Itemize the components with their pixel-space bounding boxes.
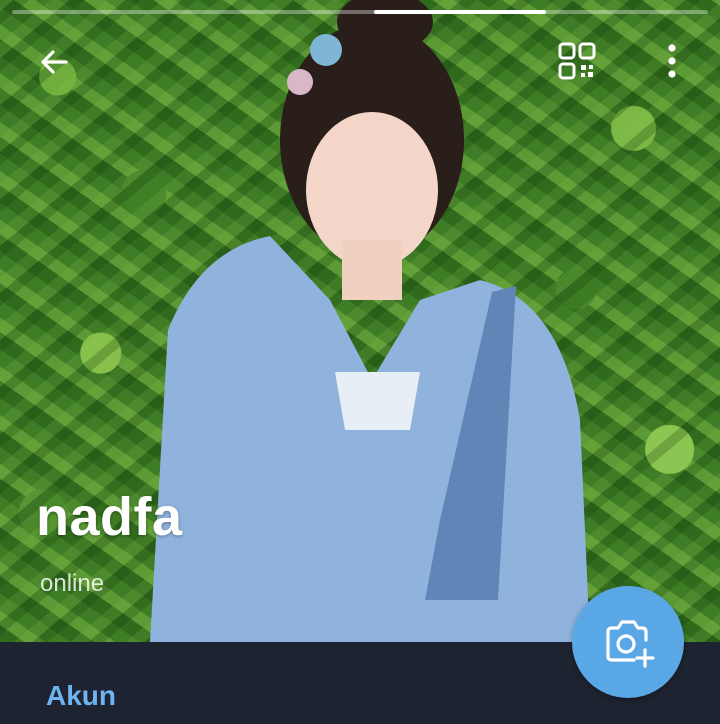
more-options-button[interactable] [652,36,692,86]
qr-code-button[interactable] [552,36,602,86]
section-title-account: Akun [46,680,116,711]
arrow-left-icon [41,50,68,74]
profile-name: nadfa [36,487,183,547]
story-progress-bar [12,10,708,14]
back-button[interactable] [28,36,80,88]
qr-code-icon [558,42,596,80]
profile-status: online [40,570,105,597]
set-profile-photo-button[interactable] [572,586,684,698]
more-vertical-icon [668,44,676,78]
story-progress-active-segment [374,10,546,14]
camera-add-icon [606,620,655,668]
